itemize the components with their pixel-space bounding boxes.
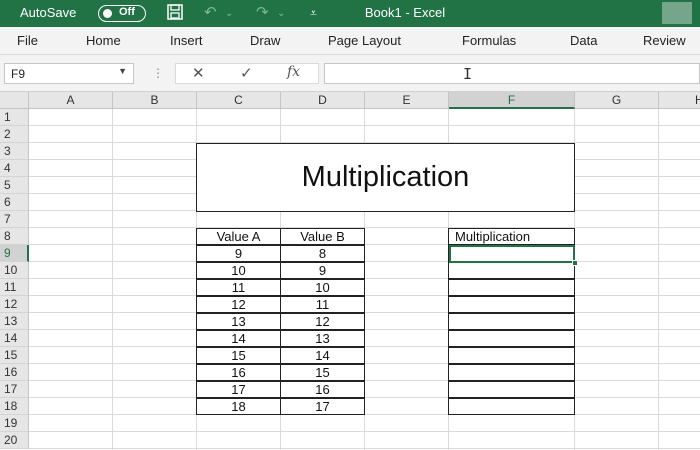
gridline <box>29 431 700 432</box>
table-cell[interactable]: 16 <box>196 364 281 381</box>
table-cell[interactable]: 17 <box>196 381 281 398</box>
row-header-5[interactable]: 5 <box>0 177 29 194</box>
result-cell[interactable] <box>448 313 575 330</box>
row-header-13[interactable]: 13 <box>0 313 29 330</box>
name-box[interactable]: F9 ▼ <box>4 63 134 84</box>
result-cell[interactable] <box>448 347 575 364</box>
table-cell[interactable]: 10 <box>196 262 281 279</box>
window-title: Book1 - Excel <box>364 5 446 20</box>
row-header-1[interactable]: 1 <box>0 109 29 126</box>
table-cell[interactable]: 14 <box>196 330 281 347</box>
select-all-corner[interactable] <box>0 92 29 109</box>
table-cell[interactable]: 15 <box>280 364 365 381</box>
tab-draw[interactable]: Draw <box>250 33 280 48</box>
active-cell-f9[interactable] <box>449 245 575 263</box>
ribbon-tabs: File Home Insert Draw Page Layout Formul… <box>0 27 700 55</box>
result-cell[interactable] <box>448 262 575 279</box>
formula-input[interactable]: I <box>324 63 700 84</box>
tab-data[interactable]: Data <box>570 33 597 48</box>
row-header-9[interactable]: 9 <box>0 245 29 262</box>
table-cell[interactable]: 16 <box>280 381 365 398</box>
column-header-d[interactable]: D <box>281 92 365 109</box>
result-cell[interactable] <box>448 364 575 381</box>
tab-formulas[interactable]: Formulas <box>462 33 516 48</box>
text-cursor-icon: I <box>463 65 473 83</box>
table-cell[interactable]: 13 <box>196 313 281 330</box>
table-cell[interactable]: 12 <box>280 313 365 330</box>
row-header-4[interactable]: 4 <box>0 160 29 177</box>
result-cell[interactable] <box>448 330 575 347</box>
title-bar: AutoSave Off ↶ ⌄ ↷ ⌄ ⩡ Book1 - Excel <box>0 0 700 27</box>
row-header-17[interactable]: 17 <box>0 381 29 398</box>
column-header-g[interactable]: G <box>575 92 659 109</box>
column-header-f[interactable]: F <box>449 92 575 109</box>
header-cell-value-a[interactable]: Value A <box>196 228 281 245</box>
fill-handle[interactable] <box>572 260 578 266</box>
formula-bar: F9 ▼ ⋮ ✕ ✓ fx I <box>0 55 700 92</box>
row-header-2[interactable]: 2 <box>0 126 29 143</box>
table-cell[interactable]: 13 <box>280 330 365 347</box>
row-header-10[interactable]: 10 <box>0 262 29 279</box>
sheet-title-cell[interactable]: Multiplication <box>196 143 575 212</box>
gridline <box>658 109 659 450</box>
account-area[interactable] <box>662 2 692 24</box>
table-cell[interactable]: 11 <box>280 296 365 313</box>
row-header-8[interactable]: 8 <box>0 228 29 245</box>
table-cell[interactable]: 17 <box>280 398 365 415</box>
name-box-value: F9 <box>11 67 26 81</box>
row-header-6[interactable]: 6 <box>0 194 29 211</box>
tab-home[interactable]: Home <box>86 33 121 48</box>
tab-insert[interactable]: Insert <box>170 33 203 48</box>
result-cell[interactable] <box>448 279 575 296</box>
tab-file[interactable]: File <box>17 33 38 48</box>
table-cell[interactable]: 14 <box>280 347 365 364</box>
row-header-14[interactable]: 14 <box>0 330 29 347</box>
row-header-19[interactable]: 19 <box>0 415 29 432</box>
formula-bar-grip-icon[interactable]: ⋮ <box>152 66 164 80</box>
worksheet-grid[interactable]: A B C D E F G H 1 2 3 4 5 6 7 8 9 10 11 … <box>0 92 700 450</box>
column-header-e[interactable]: E <box>365 92 449 109</box>
table-cell[interactable]: 18 <box>196 398 281 415</box>
row-header-3[interactable]: 3 <box>0 143 29 160</box>
result-header-cell[interactable]: Multiplication <box>448 228 575 245</box>
table-cell[interactable]: 11 <box>196 279 281 296</box>
table-cell[interactable]: 12 <box>196 296 281 313</box>
row-header-7[interactable]: 7 <box>0 211 29 228</box>
sheet-title: Multiplication <box>301 161 470 193</box>
result-cell[interactable] <box>448 381 575 398</box>
column-header-a[interactable]: A <box>29 92 113 109</box>
enter-icon[interactable]: ✓ <box>240 64 253 82</box>
gridline <box>29 125 700 126</box>
row-header-15[interactable]: 15 <box>0 347 29 364</box>
row-header-18[interactable]: 18 <box>0 398 29 415</box>
table-cell[interactable]: 9 <box>280 262 365 279</box>
header-cell-value-b[interactable]: Value B <box>280 228 365 245</box>
name-box-dropdown-icon[interactable]: ▼ <box>118 66 127 76</box>
cancel-icon[interactable]: ✕ <box>192 64 205 82</box>
result-cell[interactable] <box>448 296 575 313</box>
gridline <box>112 109 113 450</box>
insert-function-icon[interactable]: fx <box>287 64 300 80</box>
row-header-16[interactable]: 16 <box>0 364 29 381</box>
table-cell[interactable]: 15 <box>196 347 281 364</box>
tab-page-layout[interactable]: Page Layout <box>328 33 401 48</box>
row-header-12[interactable]: 12 <box>0 296 29 313</box>
gridline <box>29 448 700 449</box>
result-cell[interactable] <box>448 398 575 415</box>
table-cell[interactable]: 8 <box>280 245 365 262</box>
column-header-h[interactable]: H <box>659 92 700 109</box>
row-header-11[interactable]: 11 <box>0 279 29 296</box>
table-cell[interactable]: 9 <box>196 245 281 262</box>
row-header-20[interactable]: 20 <box>0 432 29 449</box>
column-header-b[interactable]: B <box>113 92 197 109</box>
tab-review[interactable]: Review <box>643 33 686 48</box>
table-cell[interactable]: 10 <box>280 279 365 296</box>
column-header-c[interactable]: C <box>197 92 281 109</box>
